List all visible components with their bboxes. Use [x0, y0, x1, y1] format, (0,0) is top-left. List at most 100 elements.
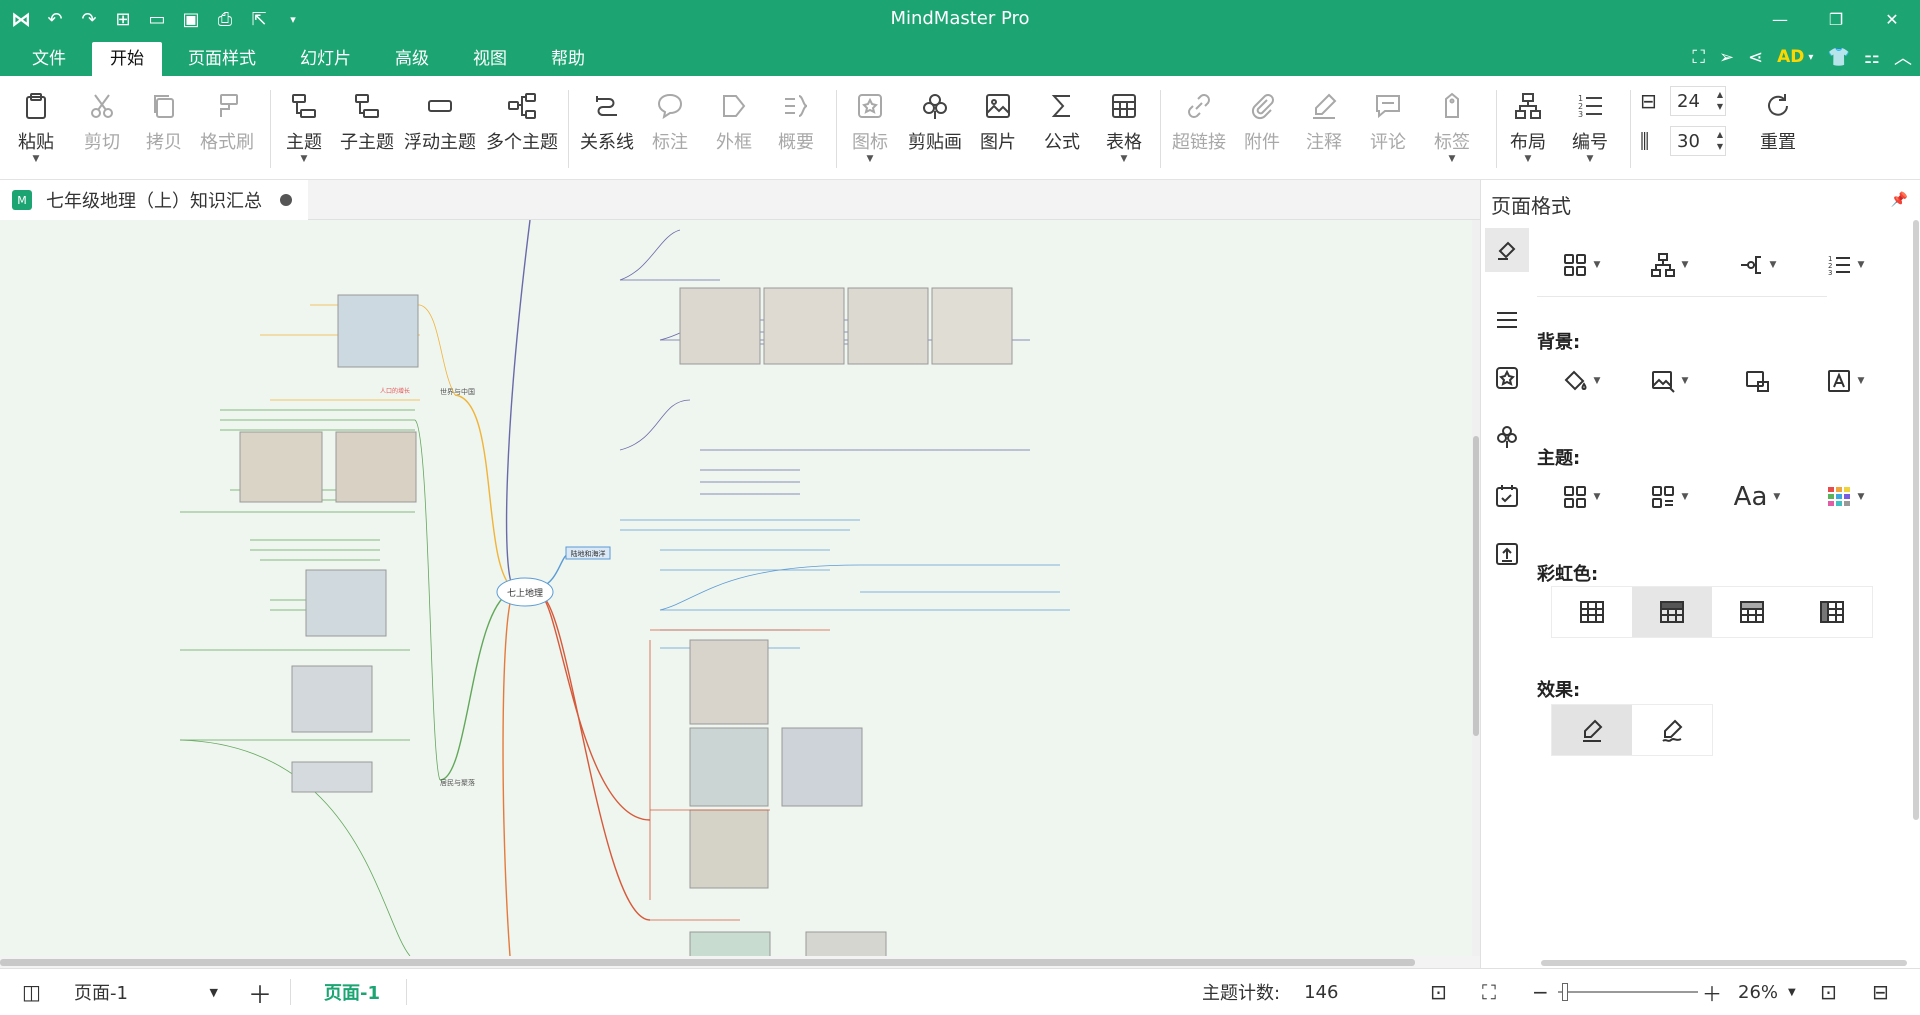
numbering-button[interactable]: 123 编号 ▼: [1572, 84, 1608, 174]
user-dropdown-icon[interactable]: ▾: [1808, 52, 1813, 63]
theme-color-selector[interactable]: ▼: [1801, 472, 1889, 522]
rainbow-option-4[interactable]: [1792, 587, 1872, 637]
zoom-level[interactable]: 26%: [1738, 982, 1778, 1003]
layout-button[interactable]: 布局 ▼: [1510, 84, 1546, 174]
tree-layout-selector[interactable]: ▼: [1625, 240, 1713, 290]
formula-button[interactable]: 公式: [1044, 84, 1080, 174]
layout-dropdown-icon[interactable]: ▼: [1525, 154, 1532, 164]
menu-file[interactable]: 文件: [14, 42, 84, 76]
attachment-button[interactable]: 附件: [1244, 84, 1280, 174]
clipart-tab-icon[interactable]: [1485, 414, 1529, 458]
panel-vertical-scroll-thumb[interactable]: [1913, 220, 1919, 820]
apps-icon[interactable]: ⚏: [1864, 47, 1880, 68]
user-account[interactable]: AD: [1777, 47, 1804, 67]
background-image-selector[interactable]: ▼: [1625, 356, 1713, 406]
theme-font-selector[interactable]: Aa ▼: [1713, 472, 1801, 522]
panel-horizontal-scroll-thumb[interactable]: [1541, 960, 1907, 966]
clipart-button[interactable]: 剪贴画: [908, 84, 962, 174]
picture-button[interactable]: 图片: [980, 84, 1016, 174]
note-button[interactable]: 注释: [1306, 84, 1342, 174]
format-painter-button[interactable]: 格式刷: [200, 84, 254, 174]
canvas-vertical-scrollbar[interactable]: [1472, 220, 1480, 956]
remove-background-button[interactable]: [1713, 356, 1801, 406]
add-page-button[interactable]: ＋: [248, 969, 272, 1015]
floating-topic-button[interactable]: 浮动主题: [404, 84, 476, 174]
menu-page-style[interactable]: 页面样式: [170, 42, 274, 76]
multiple-topics-button[interactable]: 多个主题: [486, 84, 558, 174]
menu-advanced[interactable]: 高级: [377, 42, 447, 76]
summary-button[interactable]: 概要: [778, 84, 814, 174]
export-icon[interactable]: ⇱: [246, 6, 272, 32]
panel-horizontal-scrollbar[interactable]: [1541, 958, 1907, 968]
fit-page-icon[interactable]: ⊡: [1430, 969, 1447, 1015]
theme-shirt-icon[interactable]: 👕: [1827, 47, 1849, 68]
table-button[interactable]: 表格 ▼: [1106, 84, 1142, 174]
share-icon[interactable]: ⋖: [1748, 47, 1763, 68]
relationship-button[interactable]: 关系线: [580, 84, 634, 174]
publish-icon[interactable]: ➢: [1719, 47, 1734, 68]
boundary-button[interactable]: 外框: [716, 84, 752, 174]
numbering-dropdown-icon[interactable]: ▼: [1587, 154, 1594, 164]
save-icon[interactable]: ▣: [178, 6, 204, 32]
canvas-vertical-scroll-thumb[interactable]: [1473, 436, 1479, 736]
structure-layout-selector[interactable]: ▼: [1537, 240, 1625, 290]
topic-dropdown-icon[interactable]: ▼: [301, 154, 308, 164]
connector-style-selector[interactable]: ▼: [1713, 240, 1801, 290]
zoom-dropdown-icon[interactable]: ▼: [1788, 987, 1796, 998]
tag-button[interactable]: 标签 ▼: [1434, 84, 1470, 174]
rainbow-option-3[interactable]: [1712, 587, 1792, 637]
background-color-selector[interactable]: ▼: [1537, 356, 1625, 406]
mindmap-canvas[interactable]: 七上地理 世界与中国 居民与聚落 陆地和海洋 人口的增长: [0, 220, 1472, 956]
document-tab[interactable]: M 七年级地理（上）知识汇总: [0, 180, 308, 220]
zoom-slider-handle[interactable]: [1562, 983, 1568, 1001]
icon-button[interactable]: 图标 ▼: [852, 84, 888, 174]
minimize-icon[interactable]: —: [1752, 0, 1808, 38]
numbering-style-selector[interactable]: 1 2 3 ▼: [1801, 240, 1889, 290]
page-format-tab-icon[interactable]: [1485, 228, 1529, 272]
page-tab-1[interactable]: 页面-1: [324, 979, 380, 1005]
print-icon[interactable]: ⎙: [212, 6, 238, 32]
zoom-slider-track[interactable]: [1558, 991, 1698, 993]
hyperlink-button[interactable]: 超链接: [1172, 84, 1226, 174]
horizontal-spacing-stepper[interactable]: ▲ ▼: [1717, 89, 1723, 113]
undo-icon[interactable]: ↶: [42, 6, 68, 32]
paste-button[interactable]: 粘贴 ▼: [18, 84, 54, 174]
toggle-panel-icon[interactable]: ⊟: [1872, 969, 1889, 1015]
restore-icon[interactable]: ❐: [1808, 0, 1864, 38]
menu-view[interactable]: 视图: [455, 42, 525, 76]
zoom-out-icon[interactable]: −: [1532, 969, 1549, 1015]
redo-icon[interactable]: ↷: [76, 6, 102, 32]
export-tab-icon[interactable]: [1485, 532, 1529, 576]
page-selector[interactable]: 页面-1 ▼: [68, 977, 224, 1007]
vertical-spacing-input[interactable]: 30 ▲ ▼: [1670, 126, 1726, 156]
icon-dropdown-icon[interactable]: ▼: [867, 154, 874, 164]
effect-hand-drawn-off[interactable]: [1552, 705, 1632, 755]
theme-selector[interactable]: ▼: [1537, 472, 1625, 522]
open-folder-icon[interactable]: ▭: [144, 6, 170, 32]
toggle-sidebar-icon[interactable]: ◫: [22, 969, 41, 1015]
customize-dropdown-icon[interactable]: ▾: [280, 6, 306, 32]
watermark-selector[interactable]: ▼: [1801, 356, 1889, 406]
paste-dropdown-icon[interactable]: ▼: [33, 154, 40, 164]
copy-button[interactable]: 拷贝: [146, 84, 182, 174]
theme-style-selector[interactable]: ▼: [1625, 472, 1713, 522]
task-calendar-tab-icon[interactable]: [1485, 474, 1529, 518]
rainbow-option-2[interactable]: [1632, 587, 1712, 637]
cut-button[interactable]: 剪切: [84, 84, 120, 174]
menu-home[interactable]: 开始: [92, 42, 162, 76]
table-dropdown-icon[interactable]: ▼: [1121, 154, 1128, 164]
canvas-horizontal-scrollbar[interactable]: [0, 956, 1480, 968]
unsaved-indicator-icon[interactable]: [280, 194, 292, 206]
canvas-horizontal-scroll-thumb[interactable]: [0, 959, 1415, 966]
icon-library-tab-icon[interactable]: [1485, 356, 1529, 400]
panel-vertical-scrollbar[interactable]: [1910, 220, 1920, 960]
new-file-icon[interactable]: ⊞: [110, 6, 136, 32]
outline-list-tab-icon[interactable]: [1485, 298, 1529, 342]
reset-button[interactable]: 重置: [1760, 84, 1796, 174]
fullscreen-icon[interactable]: ⛶: [1692, 47, 1705, 68]
horizontal-spacing-input[interactable]: 24 ▲ ▼: [1670, 86, 1726, 116]
fullscreen-view-icon[interactable]: ⛶: [1482, 969, 1496, 1015]
menu-help[interactable]: 帮助: [533, 42, 603, 76]
comment-button[interactable]: 评论: [1370, 84, 1406, 174]
close-icon[interactable]: ✕: [1864, 0, 1920, 38]
